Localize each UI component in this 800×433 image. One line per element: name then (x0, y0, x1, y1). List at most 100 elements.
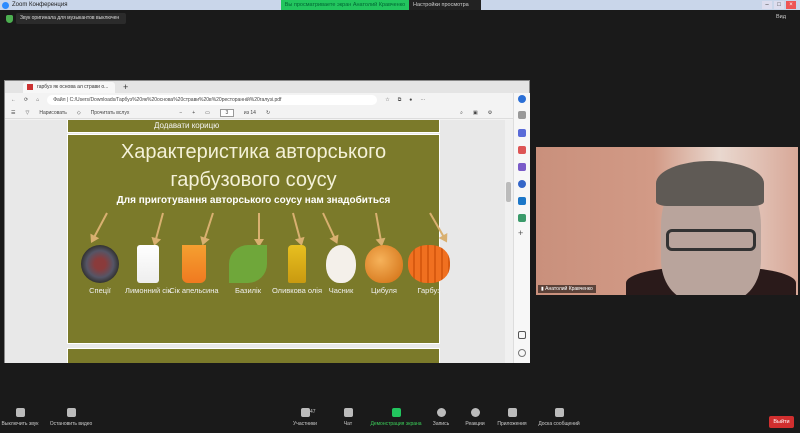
settings-icon[interactable]: ⚙ (488, 110, 492, 116)
view-button[interactable]: Вид (776, 14, 786, 20)
rotate-icon[interactable]: ↻ (266, 110, 270, 116)
share-icon (391, 408, 401, 417)
eraser-icon[interactable]: ◇ (77, 110, 81, 116)
leave-button[interactable]: Выйти (769, 416, 794, 428)
address-bar-row: ← ⟳ ⌂ Файл | C:/Users/Downloads/Гарбуз%20я… (5, 93, 529, 107)
arrow (154, 212, 165, 241)
ingredient-icon (288, 245, 306, 283)
arrow (429, 212, 445, 238)
extensions-icon[interactable]: ⧉ (398, 97, 402, 103)
ingredient-label: Сік апельсина (169, 286, 219, 295)
more-icon[interactable]: ··· (420, 97, 425, 103)
next-slide (67, 348, 440, 363)
save-icon[interactable]: ▣ (473, 110, 478, 116)
stop-video-button[interactable]: Остановить видео (46, 408, 96, 427)
settings-icon[interactable] (518, 349, 526, 357)
zoom-out-button[interactable]: − (179, 110, 182, 116)
page-total: из 14 (243, 109, 256, 116)
scrollbar[interactable] (505, 120, 513, 363)
ingredient-item: Гарбуз (399, 245, 459, 296)
shopping-icon[interactable] (518, 214, 526, 222)
person-glasses (666, 229, 756, 251)
url-text: C:/Users/Downloads/Гарбуз%20як%20основа%… (69, 97, 282, 103)
arrow (203, 212, 214, 240)
reactions-label: Реакции (465, 421, 485, 427)
arrow (291, 212, 301, 241)
window-title: Zoom Конференция (12, 2, 68, 8)
browser-tab[interactable]: гарбуз як основа ал страви о... (23, 81, 115, 93)
tab-bar: гарбуз як основа ал страви о... + (5, 81, 529, 93)
mute-button[interactable]: Выключить звук (0, 408, 45, 427)
slide-subtitle: Для приготування авторського соусу нам з… (116, 195, 391, 206)
whiteboard-icon (554, 408, 564, 417)
pdf-toolbar: ☰ ▽ Нарисовать ◇ Прочитать вслух − + ▭ 3 из … (5, 107, 529, 119)
participant-video[interactable]: ▮ Анатолий Кравченко (536, 147, 798, 295)
ingredient-label: Гарбуз (417, 286, 441, 295)
video-label: Остановить видео (49, 421, 93, 427)
apps-icon (507, 408, 517, 417)
pdf-icon (27, 84, 33, 90)
person-hair (656, 161, 764, 206)
close-button[interactable]: × (786, 1, 796, 9)
read-aloud-button[interactable]: Прочитать вслух (91, 110, 130, 116)
profile-icon[interactable]: ● (409, 97, 412, 103)
shield-icon[interactable] (6, 15, 13, 23)
ingredient-icon (326, 245, 356, 283)
home-icon[interactable]: ⌂ (36, 97, 39, 103)
participant-name: ▮ Анатолий Кравченко (538, 285, 596, 293)
arrow (322, 212, 337, 239)
whiteboard-button[interactable]: Доска сообщений (529, 408, 589, 427)
filter-icon[interactable]: ▽ (25, 110, 29, 116)
favorite-icon[interactable]: ☆ (385, 97, 389, 103)
mute-label: Выключить звук (1, 421, 39, 427)
games-icon[interactable] (518, 163, 526, 171)
url-field[interactable]: Файл | C:/Users/Downloads/Гарбуз%20як%20… (47, 95, 378, 105)
record-label: Запись (432, 421, 450, 427)
search-icon[interactable] (518, 111, 526, 119)
scroll-thumb[interactable] (506, 182, 511, 202)
pdf-viewer[interactable]: Додавати корицю Характеристика авторсько… (5, 120, 505, 363)
arrow (93, 212, 109, 239)
sidebar-toggle-icon[interactable] (518, 331, 526, 339)
outlook-icon[interactable] (518, 197, 526, 205)
slide: Характеристика авторського гарбузового с… (67, 134, 450, 344)
prev-caption: Додавати корицю (154, 121, 220, 130)
refresh-icon[interactable]: ⟳ (24, 97, 28, 103)
participant-name-text: Анатолий Кравченко (545, 286, 593, 292)
whiteboard-label: Доска сообщений (538, 421, 580, 427)
ingredient-icon (137, 245, 159, 283)
slide-title: Характеристика авторського гарбузового с… (120, 141, 387, 191)
ingredient-icon (229, 245, 267, 283)
arrow (254, 213, 265, 247)
view-options-button[interactable]: Настройки просмотра (409, 0, 481, 10)
chat-label: Чат (343, 421, 353, 427)
camera-icon (66, 408, 76, 417)
bing-icon[interactable] (518, 95, 526, 103)
share-label: Демонстрация экрана (370, 421, 422, 427)
arrow (375, 212, 383, 241)
participants-label: Участники (293, 421, 317, 427)
new-tab-button[interactable]: + (123, 82, 128, 92)
page-input[interactable]: 3 (219, 108, 234, 117)
ingredient-icon (365, 245, 403, 283)
reactions-icon (470, 408, 480, 417)
add-icon[interactable]: + (518, 229, 526, 238)
url-info: Файл (53, 97, 66, 103)
briefcase-icon[interactable] (518, 146, 526, 154)
contents-icon[interactable]: ☰ (11, 110, 15, 116)
office-icon[interactable] (518, 180, 526, 188)
fit-icon[interactable]: ▭ (205, 110, 210, 116)
microphone-icon (15, 408, 25, 417)
participants-icon (300, 408, 310, 417)
draw-button[interactable]: Нарисовать (39, 110, 66, 116)
back-icon[interactable]: ← (11, 97, 16, 103)
record-icon (436, 408, 446, 417)
ingredient-icon (408, 245, 450, 283)
minimize-button[interactable]: – (762, 1, 772, 9)
search-icon[interactable]: ⌕ (460, 110, 463, 116)
sharing-banner: Вы просматриваете экран Анатолий Кравчен… (281, 0, 409, 10)
zoom-in-button[interactable]: + (192, 110, 195, 116)
maximize-button[interactable]: □ (774, 1, 784, 9)
tag-icon[interactable] (518, 129, 526, 137)
chat-icon (343, 408, 353, 417)
